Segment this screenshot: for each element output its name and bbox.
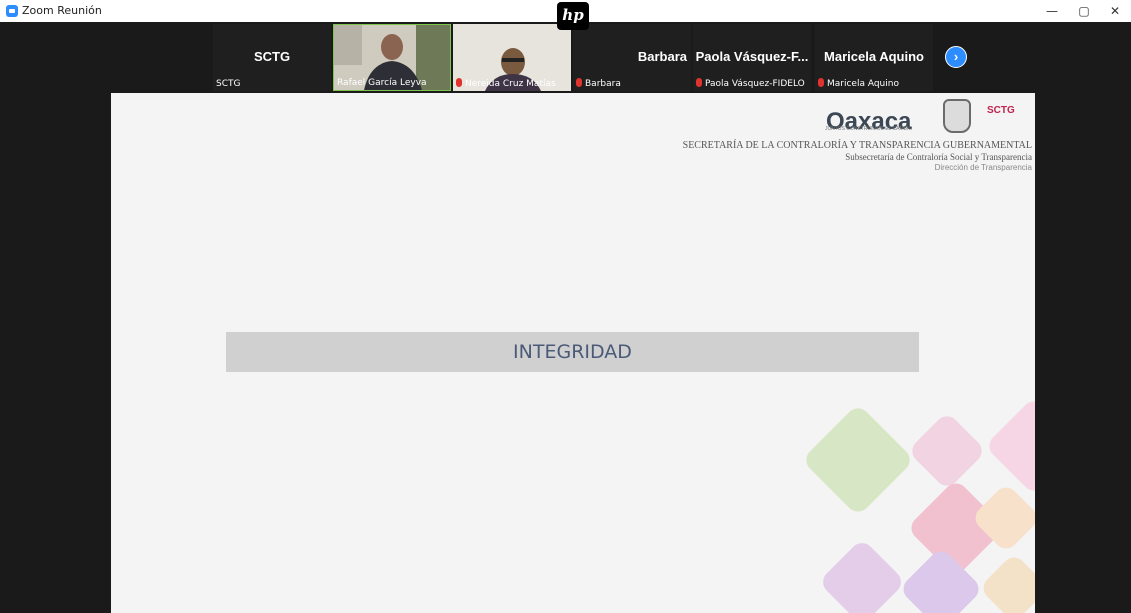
participant-label: Rafael García Leyva <box>337 78 427 88</box>
next-participants-button[interactable]: › <box>945 46 967 68</box>
hp-logo-text: hp <box>562 6 584 24</box>
title-banner: INTEGRIDAD <box>226 332 919 372</box>
participant-tile-barbara[interactable]: Barbara Barbara <box>573 24 691 91</box>
slide-header-line2: Subsecretaría de Contraloría Social y Tr… <box>845 152 1032 162</box>
shared-screen-slide: Oaxaca JUNTOS CONSTRUIMOS EL CAMBIO SCTG… <box>111 93 1035 613</box>
decor-shape <box>818 538 906 613</box>
chevron-right-icon: › <box>953 49 959 64</box>
hp-logo: hp <box>557 2 589 30</box>
slide-title: INTEGRIDAD <box>513 341 632 363</box>
decor-shape <box>984 396 1035 496</box>
sctg-logo: SCTG <box>987 105 1015 116</box>
decor-shape <box>801 403 915 517</box>
slide-header-line1: SECRETARÍA DE LA CONTRALORÍA Y TRANSPARE… <box>682 140 1032 151</box>
participant-tile-maricela[interactable]: Maricela Aquino Maricela Aquino <box>815 24 933 91</box>
minimize-button[interactable]: — <box>1037 1 1067 21</box>
muted-mic-icon <box>818 78 824 87</box>
muted-mic-icon <box>576 78 582 87</box>
participant-name: SCTG <box>253 49 291 64</box>
participant-label: Maricela Aquino <box>818 78 899 89</box>
zoom-app-icon <box>6 5 18 17</box>
muted-mic-icon <box>696 78 702 87</box>
window-title: Zoom Reunión <box>22 4 102 17</box>
participant-strip: SCTG SCTG Rafael García Leyva Nereida Cr… <box>0 22 1131 93</box>
participant-tile-sctg[interactable]: SCTG SCTG <box>213 24 331 91</box>
decor-shape <box>978 552 1035 613</box>
close-button[interactable]: ✕ <box>1100 1 1130 21</box>
oaxaca-logo-subtext: JUNTOS CONSTRUIMOS EL CAMBIO <box>825 126 913 132</box>
slide-header-line3: Dirección de Transparencia <box>934 163 1032 172</box>
state-seal-icon <box>943 99 971 133</box>
decor-shape <box>907 411 987 491</box>
participant-name: Barbara <box>637 49 687 64</box>
participant-tile-nereida[interactable]: Nereida Cruz Matías <box>453 24 571 91</box>
muted-mic-icon <box>456 78 462 87</box>
participant-label: Nereida Cruz Matías <box>456 78 556 89</box>
participant-name: Paola Vásquez-F... <box>695 49 809 64</box>
participant-tile-rafael[interactable]: Rafael García Leyva <box>333 24 451 91</box>
participant-tile-paola[interactable]: Paola Vásquez-F... Paola Vásquez-FIDELO <box>693 24 811 91</box>
participant-label: Paola Vásquez-FIDELO <box>696 78 805 89</box>
participant-name: Maricela Aquino <box>824 49 924 64</box>
participant-label: SCTG <box>216 79 241 89</box>
participant-label: Barbara <box>576 78 621 89</box>
restore-button[interactable]: ▢ <box>1069 1 1099 21</box>
